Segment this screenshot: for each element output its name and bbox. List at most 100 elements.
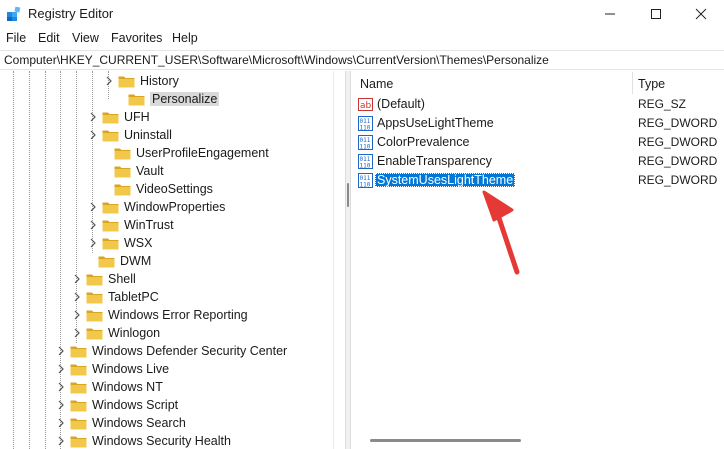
tree-item-label: Windows Script (92, 398, 179, 412)
column-name-header[interactable]: Name (360, 77, 393, 91)
tree-item-label: Windows NT (92, 380, 163, 394)
scroll-thumb[interactable] (347, 183, 349, 207)
chevron-right-icon[interactable] (56, 346, 66, 356)
tree-item[interactable]: Windows Script (56, 396, 178, 414)
folder-icon (102, 130, 119, 141)
tree-item-label: Personalize (150, 92, 220, 106)
tree-item[interactable]: WinTrust (88, 216, 174, 234)
folder-icon (70, 418, 87, 429)
tree-item-label: Windows Security Health (92, 434, 231, 448)
tree-item[interactable]: Winlogon (72, 324, 160, 342)
tree-item-label: TabletPC (108, 290, 159, 304)
minimize-button[interactable] (587, 0, 633, 28)
column-separator[interactable] (632, 72, 633, 94)
chevron-right-icon[interactable] (72, 310, 82, 320)
menu-help[interactable]: Help (172, 31, 198, 45)
value-row[interactable]: 011 110 SystemUsesLightTheme REG_DWORD (352, 171, 724, 190)
menu-view[interactable]: View (72, 31, 99, 45)
tree-item[interactable]: Personalize (128, 90, 220, 108)
tree-item-label: WinTrust (124, 218, 174, 232)
value-row[interactable]: 011 110 AppsUseLightTheme REG_DWORD (352, 114, 724, 133)
tree-item[interactable]: WindowProperties (88, 198, 225, 216)
tree-item[interactable]: Windows Error Reporting (72, 306, 248, 324)
tree-item[interactable]: Windows Defender Security Center (56, 342, 287, 360)
string-value-icon: ab (358, 98, 373, 111)
tree-item[interactable]: UserProfileEngagement (114, 144, 269, 162)
chevron-right-icon[interactable] (72, 292, 82, 302)
registry-icon (7, 6, 21, 21)
key-tree[interactable]: History Personalize UFH Uninstall UserProfil… (0, 71, 345, 449)
folder-icon (86, 328, 103, 339)
tree-item[interactable]: Windows Live (56, 360, 169, 378)
tree-item-label: DWM (120, 254, 152, 268)
tree-item[interactable]: VideoSettings (114, 180, 213, 198)
tree-item-label: VideoSettings (136, 182, 213, 196)
menu-favorites[interactable]: Favorites (111, 31, 162, 45)
tree-item-label: UserProfileEngagement (136, 146, 269, 160)
tree-item-label: History (140, 74, 179, 88)
value-name: ColorPrevalence (377, 135, 470, 149)
tree-item[interactable]: Windows Search (56, 414, 186, 432)
tree-item-label: Shell (108, 272, 136, 286)
chevron-right-icon[interactable] (72, 328, 82, 338)
column-type-header[interactable]: Type (638, 77, 665, 91)
chevron-right-icon[interactable] (88, 202, 98, 212)
svg-text:110: 110 (360, 182, 371, 189)
address-bar[interactable]: Computer\HKEY_CURRENT_USER\Software\Micr… (0, 50, 724, 70)
pane-splitter[interactable] (345, 71, 351, 449)
binary-value-icon: 011110 (358, 116, 373, 131)
value-row[interactable]: 011 110 ColorPrevalence REG_DWORD (352, 133, 724, 152)
chevron-right-icon[interactable] (88, 112, 98, 122)
tree-guide (29, 71, 30, 449)
tree-item[interactable]: History (104, 72, 179, 90)
maximize-icon (651, 9, 661, 19)
maximize-button[interactable] (633, 0, 679, 28)
folder-icon (114, 166, 131, 177)
tree-item[interactable]: WSX (88, 234, 152, 252)
close-icon (695, 8, 707, 20)
svg-text:110: 110 (360, 144, 371, 151)
value-type: REG_DWORD (638, 135, 718, 149)
value-row[interactable]: 011 110 EnableTransparency REG_DWORD (352, 152, 724, 171)
tree-item-label: UFH (124, 110, 150, 124)
tree-scrollbar[interactable] (333, 71, 345, 449)
svg-text:110: 110 (360, 163, 371, 170)
folder-icon (70, 400, 87, 411)
svg-text:ab: ab (360, 101, 372, 111)
tree-item-label: WindowProperties (124, 200, 226, 214)
tree-item-label: Windows Live (92, 362, 170, 376)
chevron-right-icon[interactable] (88, 238, 98, 248)
tree-item[interactable]: Uninstall (88, 126, 172, 144)
tree-item[interactable]: TabletPC (72, 288, 159, 306)
chevron-right-icon[interactable] (56, 364, 66, 374)
tree-item[interactable]: Windows NT (56, 378, 163, 396)
chevron-right-icon[interactable] (72, 274, 82, 284)
chevron-right-icon[interactable] (104, 76, 114, 86)
tree-item[interactable]: Vault (114, 162, 164, 180)
chevron-right-icon[interactable] (88, 220, 98, 230)
tree-item[interactable]: Windows Security Health (56, 432, 231, 449)
tree-item[interactable]: UFH (88, 108, 150, 126)
folder-icon (102, 238, 119, 249)
tree-item-label: Uninstall (124, 128, 172, 142)
value-name: AppsUseLightTheme (377, 116, 494, 130)
tree-item[interactable]: DWM (98, 252, 151, 270)
chevron-right-icon[interactable] (88, 130, 98, 140)
folder-icon (102, 220, 119, 231)
chevron-right-icon[interactable] (56, 382, 66, 392)
chevron-right-icon[interactable] (56, 436, 66, 446)
values-list[interactable]: Name Type ab (Default) REG_SZ 011 110 AppsUse… (352, 71, 724, 449)
value-type: REG_DWORD (638, 173, 718, 187)
chevron-right-icon[interactable] (56, 418, 66, 428)
menu-edit[interactable]: Edit (38, 31, 60, 45)
folder-icon (86, 274, 103, 285)
address-path[interactable]: Computer\HKEY_CURRENT_USER\Software\Micr… (4, 53, 549, 67)
menu-file[interactable]: File (6, 31, 26, 45)
tree-item[interactable]: Shell (72, 270, 136, 288)
value-row[interactable]: ab (Default) REG_SZ (352, 95, 724, 114)
horizontal-scrollbar[interactable] (370, 439, 521, 442)
folder-icon (98, 256, 115, 267)
tree-guide (45, 71, 46, 449)
close-button[interactable] (678, 0, 724, 28)
chevron-right-icon[interactable] (56, 400, 66, 410)
